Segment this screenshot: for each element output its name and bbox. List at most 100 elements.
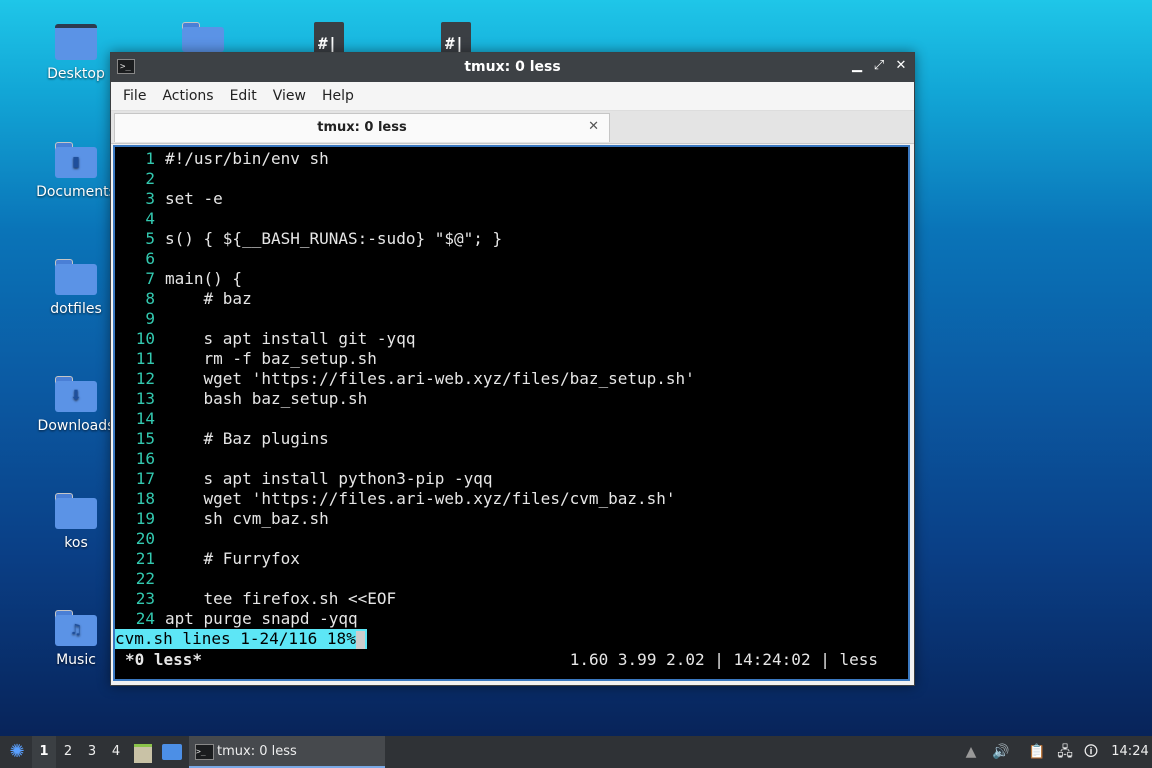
line-text: sh cvm_baz.sh	[165, 509, 329, 528]
code-line: 7 main() {	[115, 269, 242, 289]
menu-view[interactable]: View	[265, 88, 314, 104]
line-text: tee firefox.sh <<EOF	[165, 589, 397, 608]
line-text: # Furryfox	[165, 549, 300, 568]
line-text: s apt install python3-pip -yqq	[165, 469, 493, 488]
code-line: 19 sh cvm_baz.sh	[115, 509, 329, 529]
code-line: 14	[115, 409, 165, 429]
maximize-icon[interactable]: ⤢	[872, 58, 886, 73]
line-text: bash baz_setup.sh	[165, 389, 368, 408]
workspace-1[interactable]: 1	[32, 736, 56, 768]
line-number: 10	[135, 329, 155, 348]
line-text: apt purge snapd -yqq	[165, 609, 358, 628]
clipboard-icon[interactable]: 📋	[1026, 736, 1048, 768]
terminal-view[interactable]: 24 apt purge snapd -yqq 23 tee firefox.sh …	[113, 145, 910, 681]
line-number: 23	[135, 589, 155, 608]
less-status-text: cvm.sh lines 1-24/116 18%	[115, 629, 356, 648]
line-number: 13	[135, 389, 155, 408]
line-text: main() {	[165, 269, 243, 288]
code-line: 23 tee firefox.sh <<EOF	[115, 589, 396, 609]
line-number: 14	[135, 409, 155, 428]
tab-label: tmux: 0 less	[317, 120, 407, 135]
file-manager-launcher-icon[interactable]	[134, 736, 154, 768]
folder-icon	[55, 259, 97, 295]
close-icon[interactable]: ✕	[894, 58, 908, 73]
line-number: 5	[145, 229, 155, 248]
code-line: 11 rm -f baz_setup.sh	[115, 349, 377, 369]
code-line: 10 s apt install git -yqq	[115, 329, 416, 349]
task-label: tmux: 0 less	[217, 744, 297, 759]
line-number: 2	[145, 169, 155, 188]
code-line: 15 # Baz plugins	[115, 429, 329, 449]
code-line: 4	[115, 209, 165, 229]
window-titlebar[interactable]: >_ tmux: 0 less ▁ ⤢ ✕	[111, 53, 914, 82]
code-line: 21 # Furryfox	[115, 549, 300, 569]
code-line: 24 apt purge snapd -yqq	[115, 609, 358, 629]
line-number: 20	[135, 529, 155, 548]
code-line: 16	[115, 449, 165, 469]
code-line: 17 s apt install python3-pip -yqq	[115, 469, 493, 489]
menubar: File Actions Edit View Help	[111, 82, 914, 111]
line-text: wget 'https://files.ari-web.xyz/files/ba…	[165, 369, 695, 388]
workspace-3[interactable]: 3	[80, 736, 104, 768]
code-line: 1 #!/usr/bin/env sh	[115, 149, 329, 169]
tray-up-arrow-icon[interactable]: ▲	[960, 736, 982, 768]
tab-close-icon[interactable]: ✕	[588, 119, 599, 134]
clock[interactable]: 14:24	[1110, 736, 1150, 768]
line-number: 8	[145, 289, 155, 308]
terminal-tab[interactable]: tmux: 0 less ✕	[114, 113, 610, 142]
show-desktop-icon[interactable]	[162, 736, 184, 768]
line-number: 22	[135, 569, 155, 588]
code-line: 12 wget 'https://files.ari-web.xyz/files…	[115, 369, 695, 389]
script-file-icon[interactable]: #|	[314, 22, 344, 56]
code-line: 2	[115, 169, 165, 189]
monitor-icon	[55, 24, 97, 60]
line-number: 7	[145, 269, 155, 288]
workspace-4[interactable]: 4	[104, 736, 128, 768]
menu-edit[interactable]: Edit	[222, 88, 265, 104]
tmux-status-bar: *0 less* 1.60 3.99 2.02 | 14:24:02 | les…	[115, 649, 908, 671]
line-text: # baz	[165, 289, 252, 308]
code-line: 8 # baz	[115, 289, 252, 309]
file-glyph: #|	[445, 34, 465, 53]
code-line: 22	[115, 569, 165, 589]
minimize-icon[interactable]: ▁	[850, 58, 864, 73]
notifications-icon[interactable]: 🛈	[1080, 736, 1102, 768]
line-text: wget 'https://files.ari-web.xyz/files/cv…	[165, 489, 676, 508]
script-file-icon-2[interactable]: #|	[441, 22, 471, 56]
line-text: set -e	[165, 189, 223, 208]
line-number: 4	[145, 209, 155, 228]
line-text: #!/usr/bin/env sh	[165, 149, 329, 168]
line-text: s apt install git -yqq	[165, 329, 416, 348]
menu-file[interactable]: File	[115, 88, 154, 104]
network-icon[interactable]: 🖧	[1054, 736, 1076, 768]
code-line: 9	[115, 309, 165, 329]
menu-actions[interactable]: Actions	[154, 88, 221, 104]
code-line: 6	[115, 249, 165, 269]
music-folder-icon: ♫	[55, 610, 97, 646]
terminal-window[interactable]: >_ tmux: 0 less ▁ ⤢ ✕ File Actions Edit …	[110, 52, 915, 686]
code-line: 18 wget 'https://files.ari-web.xyz/files…	[115, 489, 676, 509]
line-number: 15	[135, 429, 155, 448]
line-number: 1	[145, 149, 155, 168]
menu-help[interactable]: Help	[314, 88, 362, 104]
cursor	[355, 630, 365, 649]
pictures-folder-icon[interactable]	[182, 22, 224, 52]
line-number: 6	[145, 249, 155, 268]
code-line: 5 s() { ${__BASH_RUNAS:-sudo} "$@"; }	[115, 229, 502, 249]
volume-icon[interactable]: 🔊	[990, 736, 1012, 768]
line-number: 18	[135, 489, 155, 508]
downloads-folder-icon: ⬇	[55, 376, 97, 412]
taskbar-task-tmux[interactable]: >_ tmux: 0 less	[189, 736, 385, 768]
documents-folder-icon: ▮	[55, 142, 97, 178]
workspace-2[interactable]: 2	[56, 736, 80, 768]
line-number: 12	[135, 369, 155, 388]
tmux-window-name: *0 less*	[125, 650, 203, 669]
line-text: s() { ${__BASH_RUNAS:-sudo} "$@"; }	[165, 229, 503, 248]
line-number: 16	[135, 449, 155, 468]
file-glyph: #|	[318, 34, 338, 53]
code-line: 3 set -e	[115, 189, 223, 209]
code-line: 13 bash baz_setup.sh	[115, 389, 368, 409]
line-number: 11	[135, 349, 155, 368]
line-number: 24	[135, 609, 155, 628]
start-menu-icon[interactable]: ✺	[4, 736, 30, 768]
